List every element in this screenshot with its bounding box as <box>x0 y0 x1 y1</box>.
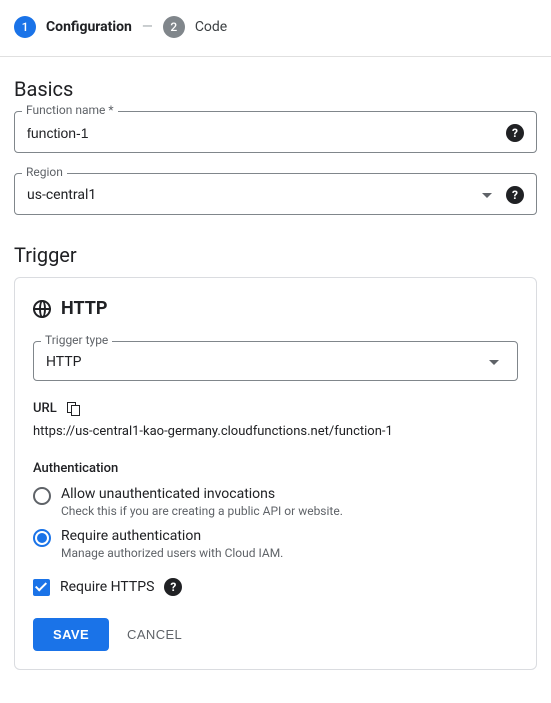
url-value: https://us-central1-kao-germany.cloudfun… <box>33 424 518 439</box>
auth-allow-option[interactable]: Allow unauthenticated invocations Check … <box>33 486 518 518</box>
help-icon[interactable]: ? <box>506 186 524 204</box>
step-2-label[interactable]: Code <box>195 19 227 35</box>
auth-require-title: Require authentication <box>61 528 283 544</box>
step-1-circle[interactable]: 1 <box>14 16 36 38</box>
trigger-type-label: Trigger type <box>41 333 112 347</box>
button-row: SAVE CANCEL <box>33 618 518 651</box>
radio-unchecked-icon[interactable] <box>33 487 51 505</box>
help-icon[interactable]: ? <box>164 578 182 596</box>
stepper: 1 Configuration — 2 Code <box>0 0 551 57</box>
basics-heading: Basics <box>14 77 537 101</box>
require-https-row[interactable]: Require HTTPS ? <box>33 578 518 596</box>
auth-require-option[interactable]: Require authentication Manage authorized… <box>33 528 518 560</box>
region-label: Region <box>22 165 67 179</box>
trigger-card-title: HTTP <box>33 298 518 319</box>
trigger-card: HTTP Trigger type HTTP URL https://us-ce… <box>14 277 537 670</box>
function-name-field[interactable]: Function name * ? <box>14 111 537 153</box>
trigger-heading: Trigger <box>14 243 537 267</box>
chevron-down-icon[interactable] <box>489 360 499 365</box>
require-https-label: Require HTTPS <box>60 579 154 595</box>
checkbox-checked-icon[interactable] <box>33 579 50 596</box>
help-icon[interactable]: ? <box>506 124 524 142</box>
step-separator: — <box>142 19 153 35</box>
function-name-input[interactable] <box>27 125 498 141</box>
url-label: URL <box>33 401 57 416</box>
auth-heading: Authentication <box>33 461 518 476</box>
step-1-label[interactable]: Configuration <box>46 19 132 35</box>
function-name-label: Function name * <box>22 103 118 117</box>
auth-allow-desc: Check this if you are creating a public … <box>61 504 343 518</box>
url-label-row: URL <box>33 401 518 416</box>
region-field[interactable]: Region us-central1 ? <box>14 173 537 215</box>
trigger-card-title-text: HTTP <box>61 298 108 319</box>
auth-allow-title: Allow unauthenticated invocations <box>61 486 343 502</box>
trigger-type-value: HTTP <box>46 354 481 370</box>
auth-require-desc: Manage authorized users with Cloud IAM. <box>61 546 283 560</box>
save-button[interactable]: SAVE <box>33 618 109 651</box>
chevron-down-icon[interactable] <box>482 193 492 198</box>
radio-checked-icon[interactable] <box>33 529 51 547</box>
trigger-type-field[interactable]: Trigger type HTTP <box>33 341 518 381</box>
copy-icon[interactable] <box>67 402 81 416</box>
cancel-button[interactable]: CANCEL <box>127 627 182 642</box>
region-value: us-central1 <box>27 187 474 203</box>
globe-icon <box>33 300 51 318</box>
step-2-circle[interactable]: 2 <box>163 16 185 38</box>
